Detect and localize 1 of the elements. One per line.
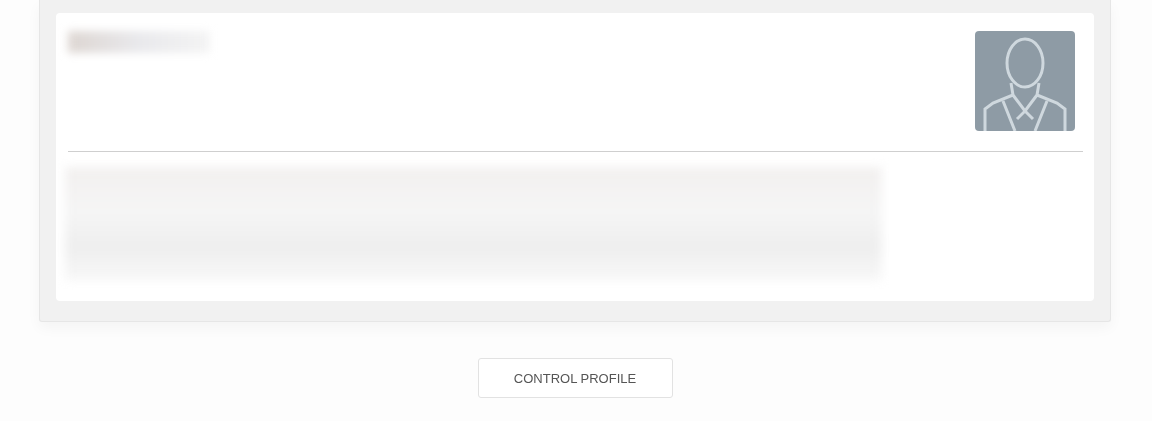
control-profile-button[interactable]: CONTROL PROFILE: [477, 358, 673, 398]
